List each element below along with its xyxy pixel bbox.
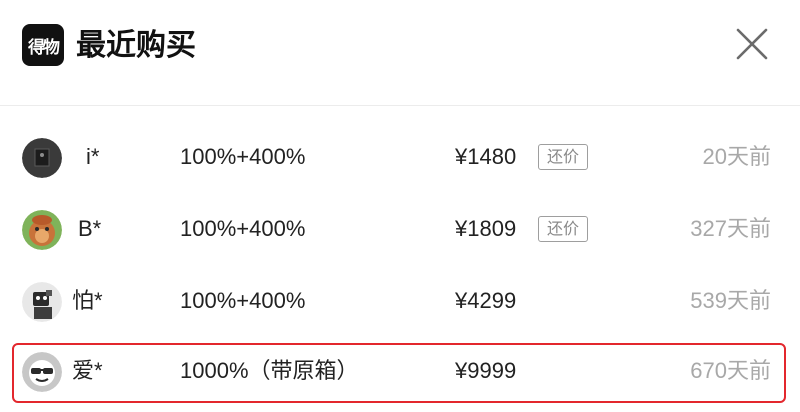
purchase-row: 爱* 1000%（带原箱） ¥9999 670天前 [0, 338, 800, 410]
counter-offer-button[interactable]: 还价 [538, 216, 589, 242]
purchase-row: i* 100%+400% ¥1480 还价 20天前 [0, 124, 800, 196]
time-ago: 670天前 [690, 358, 771, 383]
item-price: ¥1809 [455, 216, 517, 241]
app-logo: 得物 [22, 24, 64, 66]
sunglasses-avatar [22, 352, 62, 392]
buyer-name: 怕* [72, 288, 103, 313]
cartoon-avatar [22, 210, 62, 250]
item-price: ¥1480 [455, 144, 517, 169]
item-spec: 100%+400% [180, 144, 306, 169]
item-price: ¥9999 [455, 358, 517, 383]
dark-square-avatar [22, 138, 62, 178]
time-ago: 327天前 [690, 216, 771, 241]
close-icon[interactable] [734, 26, 770, 62]
dialog-title: 最近购买 [76, 29, 196, 62]
buyer-name: B* [78, 216, 102, 241]
purchase-row: B* 100%+400% ¥1809 还价 327天前 [0, 196, 800, 268]
buyer-name: 爱* [72, 358, 103, 383]
item-price: ¥4299 [455, 288, 517, 313]
photo-avatar [22, 282, 62, 322]
item-spec: 1000%（带原箱） [180, 358, 359, 383]
item-spec: 100%+400% [180, 216, 306, 241]
time-ago: 539天前 [690, 288, 771, 313]
buyer-name: i* [86, 144, 100, 169]
item-spec: 100%+400% [180, 288, 306, 313]
dialog-header: 得物 最近购买 [0, 0, 800, 106]
logo-text: 得物 [28, 37, 60, 57]
purchase-row: 怕* 100%+400% ¥4299 539天前 [0, 268, 800, 340]
time-ago: 20天前 [702, 144, 771, 169]
counter-offer-button[interactable]: 还价 [538, 144, 589, 170]
